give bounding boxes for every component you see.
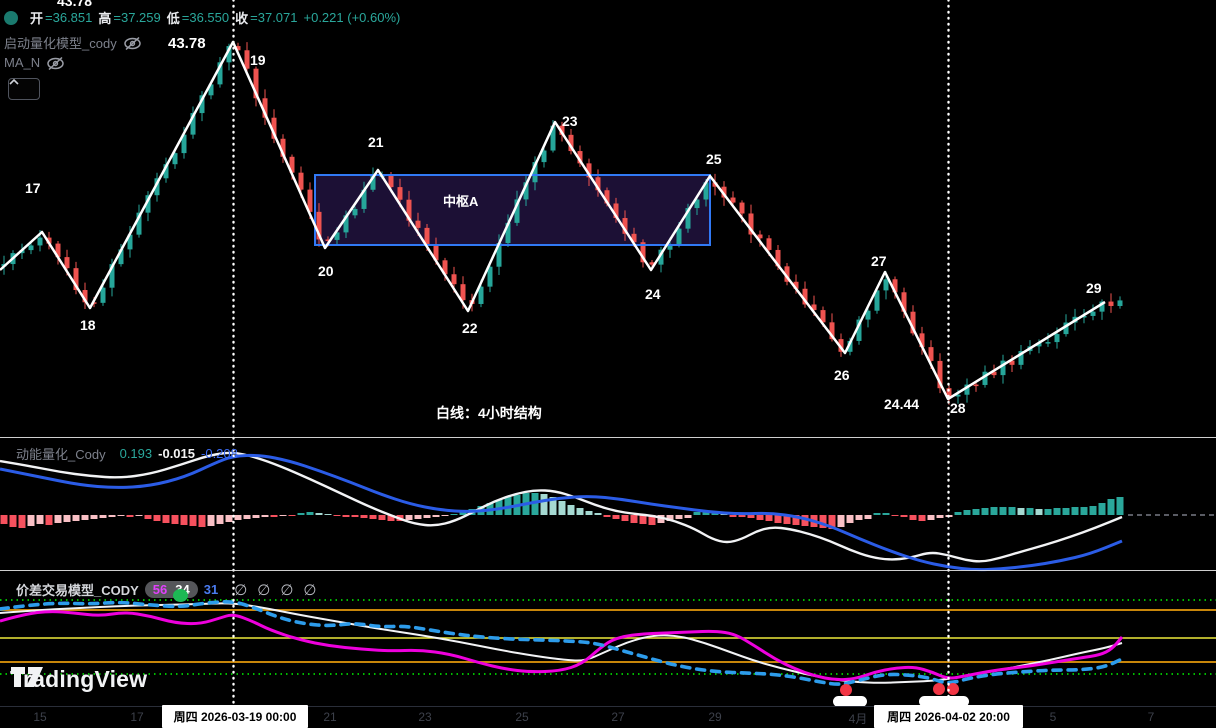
chart-window: 43.78 开=36.851 高=37.259 低=36.550 收=37.07…: [0, 0, 1216, 728]
momentum-title[interactable]: 动能量化_Cody: [16, 444, 106, 463]
momentum-header: 动能量化_Cody 0.193 -0.015 -0.208: [16, 444, 238, 463]
series-bullet-icon[interactable]: [4, 11, 18, 25]
box-label[interactable]: 中枢A: [443, 191, 478, 210]
time-tick-4月: 4月: [849, 710, 868, 727]
pane-separator[interactable]: [0, 437, 1216, 438]
open-value: 36.851: [53, 10, 93, 25]
pivot-label-28: 28: [950, 400, 966, 416]
ma-legend-row: MA_N: [4, 55, 64, 70]
pivot-label-23: 23: [562, 113, 578, 129]
open-label: 开: [30, 8, 43, 27]
spread-header: 价差交易模型_CODY 56 34 31 ∅∅∅∅: [16, 580, 326, 599]
pivot-label-26: 26: [834, 367, 850, 383]
low-label: 低: [167, 8, 180, 27]
pivot-label-19: 19: [250, 52, 266, 68]
time-tick-7: 7: [1148, 710, 1155, 724]
tradingview-mark-icon: [10, 666, 44, 688]
pivot-label-17: 17: [25, 180, 41, 196]
change-value: +0.221 (+0.60%): [304, 10, 401, 25]
ohlc-row: 开=36.851 高=37.259 低=36.550 收=37.071 +0.2…: [4, 8, 400, 27]
time-tick-25: 25: [515, 710, 528, 724]
high-value: 37.259: [121, 10, 161, 25]
pane-separator[interactable]: [0, 570, 1216, 571]
structure-note: 白线：4小时结构: [436, 403, 542, 423]
pivot-label-27: 27: [871, 253, 887, 269]
close-value: 37.071: [258, 10, 298, 25]
pivot-label-25: 25: [706, 151, 722, 167]
time-tick-21: 21: [323, 710, 336, 724]
green-signal-dot: [173, 589, 188, 602]
spread-title[interactable]: 价差交易模型_CODY: [16, 580, 139, 599]
high-label: 高: [98, 8, 111, 27]
momentum-value-3: -0.208: [201, 446, 238, 461]
crosshair-date-label-2: 周四 2026-04-02 20:00: [874, 705, 1023, 728]
close-label: 收: [235, 8, 248, 27]
indicator-ma-title[interactable]: MA_N: [4, 55, 40, 70]
tradingview-logo[interactable]: TradingView: [10, 666, 147, 693]
time-tick-5: 5: [1050, 710, 1057, 724]
pivot-label-20: 20: [318, 263, 334, 279]
hidden-eye-icon[interactable]: [46, 56, 64, 70]
crosshair-date-label-1: 周四 2026-03-19 00:00: [162, 705, 308, 728]
time-tick-29: 29: [708, 710, 721, 724]
momentum-value-1: 0.193: [120, 446, 153, 461]
pivot-label-29: 29: [1086, 280, 1102, 296]
hidden-eye-icon[interactable]: [123, 36, 141, 50]
chevron-up-icon: [9, 79, 19, 85]
indicator-legend-row: 启动量化模型_cody: [4, 33, 141, 52]
time-tick-15: 15: [33, 710, 46, 724]
time-tick-27: 27: [611, 710, 624, 724]
peak-price-label: 43.78: [168, 35, 206, 52]
empty-set-icons[interactable]: ∅∅∅∅: [234, 581, 326, 599]
collapse-legend-button[interactable]: [8, 78, 40, 100]
pivot-label-18: 18: [80, 317, 96, 333]
pivot-label-21: 21: [368, 134, 384, 150]
indicator-startup-model-title[interactable]: 启动量化模型_cody: [4, 33, 117, 52]
low-value: 36.550: [189, 10, 229, 25]
low-price-note: 24.44: [884, 396, 919, 412]
spread-values-pill: 56 34: [145, 581, 198, 598]
spread-value-3: 31: [204, 582, 218, 597]
spread-value-1: 56: [153, 582, 167, 597]
pivot-label-22: 22: [462, 320, 478, 336]
momentum-value-2: -0.015: [158, 446, 195, 461]
time-tick-23: 23: [418, 710, 431, 724]
time-tick-17: 17: [130, 710, 143, 724]
crosshair-overlay: [0, 0, 1216, 728]
pivot-label-24: 24: [645, 286, 661, 302]
